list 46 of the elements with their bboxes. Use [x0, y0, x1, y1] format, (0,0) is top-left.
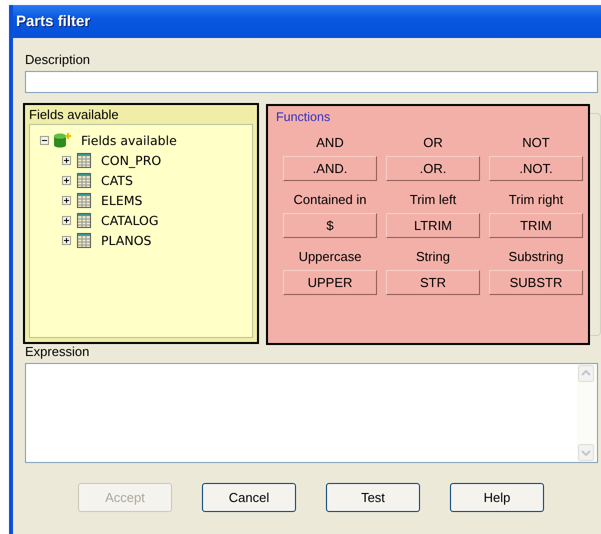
function-button[interactable]: .NOT.: [489, 156, 583, 181]
tree-item[interactable]: PLANOS: [97, 232, 152, 248]
function-button[interactable]: LTRIM: [386, 213, 480, 238]
function-label: Uppercase: [298, 248, 362, 266]
expander-icon[interactable]: [62, 176, 71, 184]
function-label: AND: [316, 134, 344, 152]
window-title: Parts filter: [16, 13, 90, 30]
expander-icon[interactable]: [40, 136, 49, 144]
table-icon: [77, 212, 91, 228]
function-label: String: [416, 248, 450, 266]
expander-icon[interactable]: [62, 196, 71, 204]
function-label: Contained in: [294, 191, 366, 209]
expander-icon[interactable]: [62, 216, 71, 224]
function-button[interactable]: TRIM: [489, 213, 583, 238]
function-label: Substring: [508, 248, 564, 266]
table-icon: [77, 192, 91, 208]
function-button[interactable]: SUBSTR: [489, 270, 583, 295]
expression-field[interactable]: [25, 363, 598, 463]
function-button[interactable]: STR: [386, 270, 480, 295]
dialog-button[interactable]: Test: [326, 483, 420, 512]
function-button[interactable]: .OR.: [386, 156, 480, 181]
function-label: Trim right: [508, 191, 564, 209]
function-button[interactable]: .AND.: [283, 156, 377, 181]
function-button[interactable]: UPPER: [283, 270, 377, 295]
function-button[interactable]: $: [283, 213, 377, 238]
dialog-button[interactable]: Help: [450, 483, 544, 512]
expander-icon[interactable]: [62, 156, 71, 164]
table-icon: [77, 152, 91, 168]
fields-panel-title: Fields available: [29, 107, 120, 124]
database-icon: [53, 132, 73, 148]
table-icon: [77, 172, 91, 188]
functions-title: Functions: [276, 110, 330, 124]
description-label: Description: [25, 52, 92, 68]
expression-label: Expression: [25, 344, 90, 360]
expander-icon[interactable]: [62, 236, 71, 244]
tree-item[interactable]: CATALOG: [97, 212, 159, 228]
tree-item[interactable]: ELEMS: [97, 192, 142, 208]
dialog-button[interactable]: Cancel: [202, 483, 296, 512]
function-label: OR: [423, 134, 443, 152]
description-field[interactable]: [25, 71, 598, 93]
table-icon: [77, 232, 91, 248]
tree-item[interactable]: Fields available: [77, 132, 177, 148]
function-label: Trim left: [410, 191, 456, 209]
tree-item[interactable]: CON_PRO: [97, 152, 162, 168]
function-label: NOT: [522, 134, 550, 152]
tree-item[interactable]: CATS: [97, 172, 133, 188]
